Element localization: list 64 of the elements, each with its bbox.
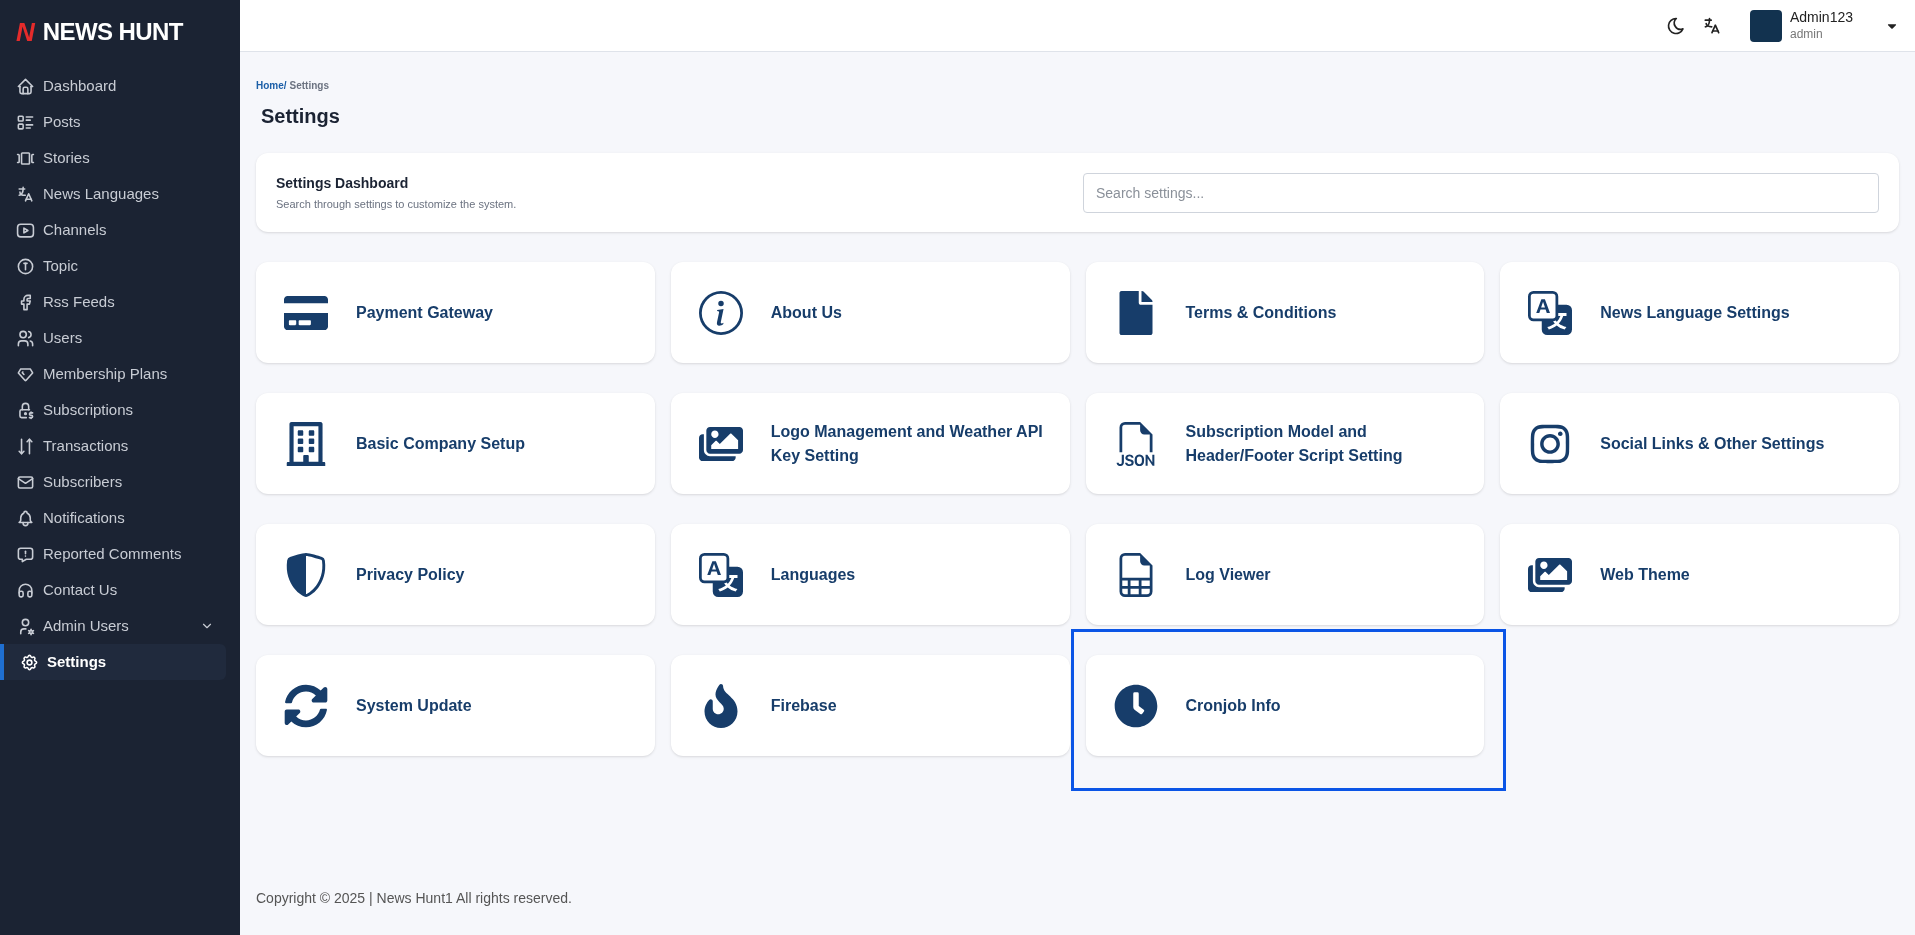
sidebar-item[interactable]: News Languages [0, 176, 226, 212]
translate-icon [16, 184, 35, 204]
translate-icon [1528, 290, 1573, 335]
dashboard-title: Settings Dashboard [276, 173, 410, 193]
settings-card[interactable]: Languages [670, 524, 1070, 625]
sidebar-item[interactable]: Reported Comments [0, 536, 226, 572]
brand-title: NEWS HUNT [42, 20, 183, 44]
sidebar-item[interactable]: Posts [0, 104, 226, 140]
headphones-icon [16, 580, 35, 600]
user-name: Admin123 [1789, 9, 1853, 27]
lock-icon [16, 400, 35, 420]
breadcrumb-current: Settings [289, 79, 329, 93]
settings-icon [20, 652, 39, 672]
house-icon [16, 76, 35, 96]
settings-card[interactable]: Payment Gateway [256, 262, 655, 363]
bell-icon [16, 508, 35, 528]
sidebar-item[interactable]: Stories [0, 140, 226, 176]
sidebar-item[interactable]: Subscribers [0, 464, 226, 500]
settings-card[interactable]: Privacy Policy [256, 524, 655, 625]
translate-icon [698, 552, 743, 597]
settings-card[interactable]: Cronjob Info [1085, 655, 1485, 756]
settings-card[interactable]: Firebase [670, 655, 1070, 756]
sidebar-item[interactable]: Rss Feeds [0, 284, 226, 320]
sidebar-item[interactable]: Membership Plans [0, 356, 226, 392]
user-role: admin [1789, 26, 1824, 42]
building-icon [284, 421, 328, 466]
message-icon [16, 544, 35, 564]
sidebar-item[interactable]: Dashboard [0, 68, 226, 104]
settings-card[interactable]: Logo Management and Weather API Key Setting [670, 393, 1070, 494]
settings-card[interactable]: Social Links & Other Settings [1500, 393, 1899, 494]
settings-card[interactable]: System Update [256, 655, 655, 756]
shield-icon [284, 552, 328, 597]
play-icon [16, 220, 35, 240]
list-icon [16, 112, 35, 132]
avatar-photo-placeholder [1749, 9, 1782, 42]
dashboard-subtitle: Search through settings to customize the system. [276, 196, 518, 212]
sidebar-item[interactable]: Subscriptions [0, 392, 226, 428]
moon-icon[interactable] [1665, 15, 1686, 36]
settings-card[interactable]: News Language Settings [1500, 262, 1899, 363]
sidebar-item[interactable]: Contact Us [0, 572, 226, 608]
letter-t-icon [16, 256, 35, 276]
clock-icon [1113, 683, 1158, 728]
sync-icon [284, 683, 328, 728]
info-icon [698, 290, 743, 335]
sidebar-item[interactable]: Transactions [0, 428, 226, 464]
logo-mark: N [16, 19, 35, 45]
users-icon [16, 328, 35, 348]
sidebar-item[interactable]: Admin Users [0, 608, 226, 644]
sidebar-item[interactable]: Settings [0, 644, 226, 680]
sidebar-item[interactable]: Users [0, 320, 226, 356]
sidebar-item[interactable]: Channels [0, 212, 226, 248]
page-title: Settings [261, 104, 341, 129]
breadcrumb-link[interactable]: Home/ [256, 78, 287, 93]
settings-card[interactable]: Terms & Conditions [1085, 262, 1485, 363]
sidebar-item[interactable]: Notifications [0, 500, 226, 536]
settings-card[interactable]: Subscription Model and Header/Footer Script Setting [1085, 393, 1485, 494]
arrows-icon [16, 436, 35, 456]
settings-card[interactable]: Basic Company Setup [256, 393, 655, 494]
footer-text: Copyright © 2025 | News Hunt1 All rights reserved. [256, 889, 573, 908]
settings-card[interactable]: Log Viewer [1085, 524, 1485, 625]
search-field[interactable]: Search settings... [1083, 172, 1879, 213]
sidebar-item[interactable]: Topic [0, 248, 226, 284]
settings-card[interactable]: Web Theme [1500, 524, 1899, 625]
settings-card[interactable]: About Us [670, 262, 1070, 363]
